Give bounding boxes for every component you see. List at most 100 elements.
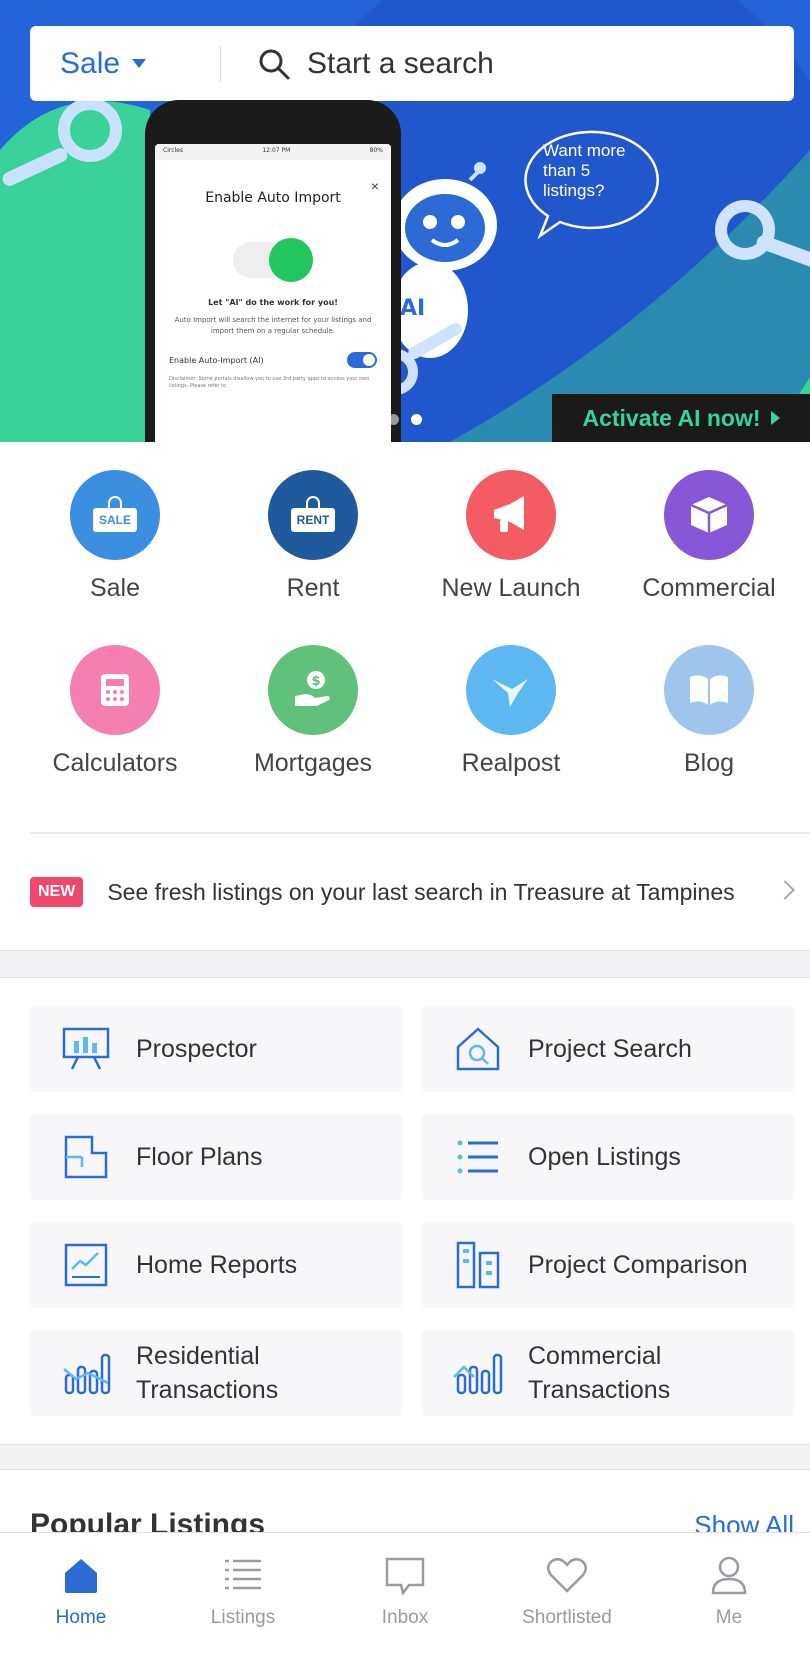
phone-disclaimer: Disclaimer: Some portals disallow you to… bbox=[169, 376, 370, 389]
floor-plan-icon bbox=[58, 1129, 114, 1185]
calculator-icon bbox=[70, 645, 160, 735]
smiley-knob-icon bbox=[269, 238, 313, 282]
nav-listings[interactable]: Listings bbox=[162, 1533, 324, 1654]
nav-me[interactable]: Me bbox=[648, 1533, 810, 1654]
promo-banner[interactable]: AI Sale Start a search Circles 12:07 PM … bbox=[0, 0, 810, 442]
money-hand-icon: $ bbox=[268, 645, 358, 735]
fresh-listings-notice[interactable]: NEW See fresh listings on your last sear… bbox=[30, 874, 800, 910]
nav-label: Shortlisted bbox=[522, 1607, 612, 1628]
tools-grid: Prospector Project Search Floor Plans Op… bbox=[30, 1006, 794, 1416]
phone-toggle-row: Enable Auto-Import (AI) bbox=[169, 352, 377, 368]
chevron-right-icon bbox=[775, 880, 795, 900]
house-search-icon bbox=[450, 1021, 506, 1077]
category-rent[interactable]: RENT Rent bbox=[214, 470, 412, 645]
tool-label-line1: Commercial bbox=[528, 1342, 662, 1370]
tool-label-line1: Residential bbox=[136, 1342, 260, 1370]
bar-trend-icon bbox=[58, 1345, 114, 1401]
report-chart-icon bbox=[58, 1237, 114, 1293]
tool-open-listings[interactable]: Open Listings bbox=[422, 1114, 794, 1200]
popular-listings-title: Popular Listings bbox=[30, 1508, 266, 1532]
phone-time: 12:07 PM bbox=[262, 147, 291, 154]
caret-down-icon bbox=[132, 59, 147, 68]
notice-text: See fresh listings on your last search i… bbox=[107, 878, 735, 905]
tool-label: Floor Plans bbox=[136, 1143, 263, 1171]
section-separator bbox=[0, 1444, 810, 1470]
bird-icon bbox=[466, 645, 556, 735]
phone-carrier: Circles bbox=[163, 147, 183, 154]
bar-trend-house-icon bbox=[450, 1345, 506, 1401]
buildings-compare-icon bbox=[450, 1237, 506, 1293]
sale-sign-icon: SALE bbox=[70, 470, 160, 560]
section-separator bbox=[0, 950, 810, 978]
listings-icon bbox=[225, 1559, 261, 1590]
activate-ai-label: Activate AI now! bbox=[582, 404, 761, 431]
category-label: Realpost bbox=[461, 749, 561, 777]
popular-listings-header: Popular Listings Show All bbox=[30, 1508, 794, 1532]
tool-label: Project Search bbox=[528, 1035, 692, 1063]
user-icon bbox=[711, 1556, 747, 1595]
search-icon bbox=[259, 49, 290, 79]
tool-commercial-transactions[interactable]: Commercial Transactions bbox=[422, 1330, 794, 1416]
search-input[interactable]: Start a search bbox=[257, 26, 794, 101]
nav-inbox[interactable]: Inbox bbox=[324, 1533, 486, 1654]
carousel-dot-active[interactable] bbox=[411, 414, 422, 425]
carousel-dots bbox=[388, 414, 422, 425]
search-divider bbox=[220, 45, 221, 82]
category-sale[interactable]: SALE Sale bbox=[16, 470, 214, 645]
search-bar: Sale Start a search bbox=[30, 26, 794, 101]
tool-label: Residential Transactions bbox=[136, 1339, 278, 1407]
activate-ai-button[interactable]: Activate AI now! bbox=[552, 394, 810, 442]
tool-floor-plans[interactable]: Floor Plans bbox=[30, 1114, 402, 1200]
category-label: Rent bbox=[286, 574, 340, 602]
nav-home[interactable]: Home bbox=[0, 1533, 162, 1654]
category-label: New Launch bbox=[441, 574, 581, 602]
phone-body: Auto Import will search the internet for… bbox=[174, 316, 372, 335]
megaphone-icon bbox=[466, 470, 556, 560]
tool-home-reports[interactable]: Home Reports bbox=[30, 1222, 402, 1308]
tool-label-line2: Transactions bbox=[528, 1376, 671, 1404]
tool-prospector[interactable]: Prospector bbox=[30, 1006, 402, 1092]
presentation-chart-icon bbox=[58, 1021, 114, 1077]
carousel-dot[interactable] bbox=[388, 414, 399, 425]
svg-text:$: $ bbox=[312, 674, 321, 689]
tool-label-line2: Transactions bbox=[136, 1376, 279, 1404]
sign-text: RENT bbox=[291, 508, 335, 532]
tool-label: Open Listings bbox=[528, 1143, 681, 1171]
tool-project-comparison[interactable]: Project Comparison bbox=[422, 1222, 794, 1308]
new-badge: NEW bbox=[30, 877, 84, 907]
tool-label: Project Comparison bbox=[528, 1251, 748, 1279]
category-label: Commercial bbox=[642, 574, 776, 602]
show-all-link[interactable]: Show All bbox=[694, 1510, 794, 1532]
phone-big-toggle bbox=[233, 238, 313, 282]
tool-label: Prospector bbox=[136, 1035, 257, 1063]
phone-dialog-title: Enable Auto Import bbox=[205, 190, 341, 206]
category-grid: SALE Sale RENT Rent New Launch Commercia… bbox=[0, 470, 810, 820]
category-blog[interactable]: Blog bbox=[610, 645, 808, 820]
category-commercial[interactable]: Commercial bbox=[610, 470, 808, 645]
listing-type-dropdown[interactable]: Sale bbox=[30, 26, 190, 101]
nav-label: Listings bbox=[210, 1607, 276, 1628]
speech-bubble-text: Want more than 5 listings? bbox=[543, 141, 626, 200]
nav-label: Inbox bbox=[381, 1607, 429, 1628]
category-mortgages[interactable]: $ Mortgages bbox=[214, 645, 412, 820]
phone-mini-toggle bbox=[347, 352, 377, 368]
phone-screen: Circles 12:07 PM 80% × Enable Auto Impor… bbox=[155, 144, 391, 442]
category-label: Sale bbox=[89, 574, 141, 602]
tool-project-search[interactable]: Project Search bbox=[422, 1006, 794, 1092]
category-label: Blog bbox=[683, 749, 735, 777]
category-new-launch[interactable]: New Launch bbox=[412, 470, 610, 645]
tool-label: Home Reports bbox=[136, 1251, 298, 1279]
category-calculators[interactable]: Calculators bbox=[16, 645, 214, 820]
tool-residential-transactions[interactable]: Residential Transactions bbox=[30, 1330, 402, 1416]
category-row: SALE Sale RENT Rent New Launch Commercia… bbox=[0, 470, 810, 645]
phone-mockup: Circles 12:07 PM 80% × Enable Auto Impor… bbox=[145, 100, 401, 442]
phone-headline: Let "AI" do the work for you! bbox=[208, 298, 338, 307]
category-realpost[interactable]: Realpost bbox=[412, 645, 610, 820]
phone-battery: 80% bbox=[369, 147, 383, 154]
phone-toggle-label: Enable Auto-Import (AI) bbox=[169, 355, 264, 365]
nav-shortlisted[interactable]: Shortlisted bbox=[486, 1533, 648, 1654]
sign-text: SALE bbox=[93, 508, 137, 532]
nav-label: Me bbox=[715, 1607, 743, 1628]
heart-icon bbox=[547, 1557, 587, 1593]
svg-text:AI: AI bbox=[400, 296, 425, 321]
